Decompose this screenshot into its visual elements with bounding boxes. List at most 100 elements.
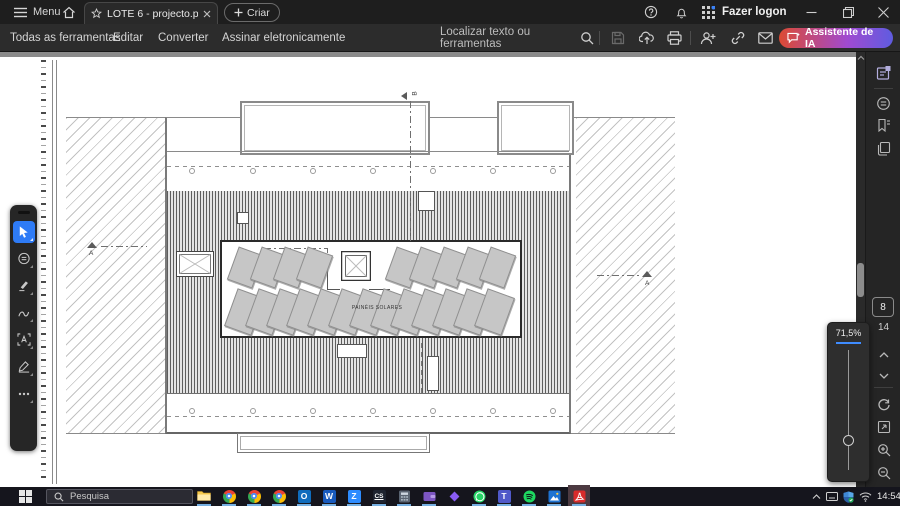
roof-drain-circle [490,168,496,174]
apps-grid-button[interactable] [695,0,721,24]
chrome-icon[interactable] [221,488,237,504]
notifications-bell-button[interactable] [668,0,694,24]
spotify-icon[interactable] [521,488,537,504]
title-bar: Menu LOTE 6 - projecto.pdf Criar [0,0,900,24]
photos-icon[interactable] [546,488,562,504]
zoom-app-icon[interactable]: Z [346,488,362,504]
roof-drain-circle [189,168,195,174]
edit-menu[interactable]: Editar [113,24,143,52]
section-marker-a-triangle [642,271,652,277]
taskbar-search-box[interactable]: Pesquisa [46,489,193,504]
calculator-icon[interactable] [396,488,412,504]
find-text-label[interactable]: Localizar texto ou ferramentas [440,24,572,52]
window-close-button[interactable] [866,0,900,24]
entrance-canopy-inner [240,436,427,450]
chrome-icon[interactable] [246,488,262,504]
skylight [341,251,371,281]
wallet-app-icon[interactable] [421,488,437,504]
window-minimize-button[interactable] [794,0,828,24]
share-upload-icon[interactable] [636,27,658,49]
windows-taskbar: Pesquisa O W Z CS T [0,487,900,506]
scroll-up-icon[interactable] [857,55,865,61]
roof-dormer [497,101,574,155]
select-tool[interactable] [13,221,35,243]
diamond-app-icon[interactable] [446,488,462,504]
toolbar-divider [690,31,691,45]
sheet-frame-line [56,60,57,484]
zoom-out-button[interactable] [866,463,900,483]
all-tools-menu[interactable]: Todas as ferramentas [10,24,121,52]
next-page-button[interactable] [866,366,900,386]
sign-in-button[interactable]: Fazer logon [722,0,787,24]
hatch-area-left [66,118,165,434]
roof-drain-circle [490,408,496,414]
zoom-in-button[interactable] [866,440,900,460]
quick-tools-palette [10,205,37,451]
hatch-area-right [576,118,675,434]
section-line-b [410,101,411,241]
comment-tool[interactable] [13,248,35,270]
cs-app-icon[interactable]: CS [371,488,387,504]
document-tab[interactable]: LOTE 6 - projecto.pdf [84,2,218,24]
roof-line [167,393,569,394]
start-button[interactable] [10,487,40,506]
bookmarks-panel-button[interactable] [866,115,900,135]
home-icon [62,6,76,19]
zoom-slider-track[interactable] [848,350,849,470]
tab-title: LOTE 6 - projecto.pdf [107,8,198,20]
more-tools[interactable] [13,383,35,405]
taskbar-search-placeholder: Pesquisa [70,491,109,502]
page-thumbnails-icon [876,141,891,156]
window-restore-button[interactable] [831,0,865,24]
help-button[interactable] [638,0,664,24]
tray-chevron-icon[interactable] [812,494,821,500]
search-icon[interactable] [576,27,598,49]
scrollbar-thumb[interactable] [857,263,864,297]
esign-menu[interactable]: Assinar eletronicamente [222,24,345,52]
invite-people-icon[interactable] [697,27,719,49]
current-page-input[interactable]: 8 [872,297,894,317]
draw-tool[interactable] [13,302,35,324]
fit-page-button[interactable] [866,417,900,437]
whatsapp-icon[interactable] [471,488,487,504]
roof-vent [418,191,435,211]
palette-drag-handle[interactable] [18,211,30,214]
comment-bubble-icon [17,252,31,266]
add-text-tool[interactable] [13,329,35,351]
create-button[interactable]: Criar [224,3,280,22]
sheet-frame-line [52,60,53,484]
roof-dashed-line [167,416,569,417]
tab-close-icon[interactable] [203,10,211,18]
teams-icon[interactable]: T [496,488,512,504]
create-label: Criar [247,7,270,19]
home-button[interactable] [56,0,82,24]
clock[interactable]: 14:54 [877,491,900,502]
fill-sign-tool[interactable] [13,356,35,378]
windows-security-icon[interactable] [843,491,854,503]
wifi-icon[interactable] [859,492,872,502]
previous-page-button[interactable] [866,345,900,365]
page-thumbnails-button[interactable] [866,138,900,158]
chrome-icon[interactable] [271,488,287,504]
section-marker-a-label: A [645,280,649,287]
outlook-icon[interactable]: O [296,488,312,504]
save-button[interactable] [607,27,629,49]
section-marker-a-triangle [87,242,97,248]
link-icon[interactable] [726,27,748,49]
highlight-tool[interactable] [13,275,35,297]
document-viewport: PAINÉIS SOLARES A A B [0,52,900,487]
comments-panel-button[interactable] [866,93,900,113]
file-explorer-icon[interactable] [196,488,212,504]
rotate-page-button[interactable] [866,395,900,415]
ai-assistant-button[interactable]: Assistente de IA [779,28,893,48]
ai-assistant-label: Assistente de IA [805,26,885,50]
convert-menu[interactable]: Converter [158,24,209,52]
word-icon[interactable]: W [321,488,337,504]
zoom-slider-handle[interactable] [843,435,854,446]
email-icon[interactable] [754,27,776,49]
ai-assistant-panel-button[interactable] [866,63,900,83]
print-icon[interactable] [663,27,685,49]
section-line-a [101,246,147,247]
acrobat-icon[interactable] [571,488,587,504]
touch-keyboard-icon[interactable] [826,492,838,501]
